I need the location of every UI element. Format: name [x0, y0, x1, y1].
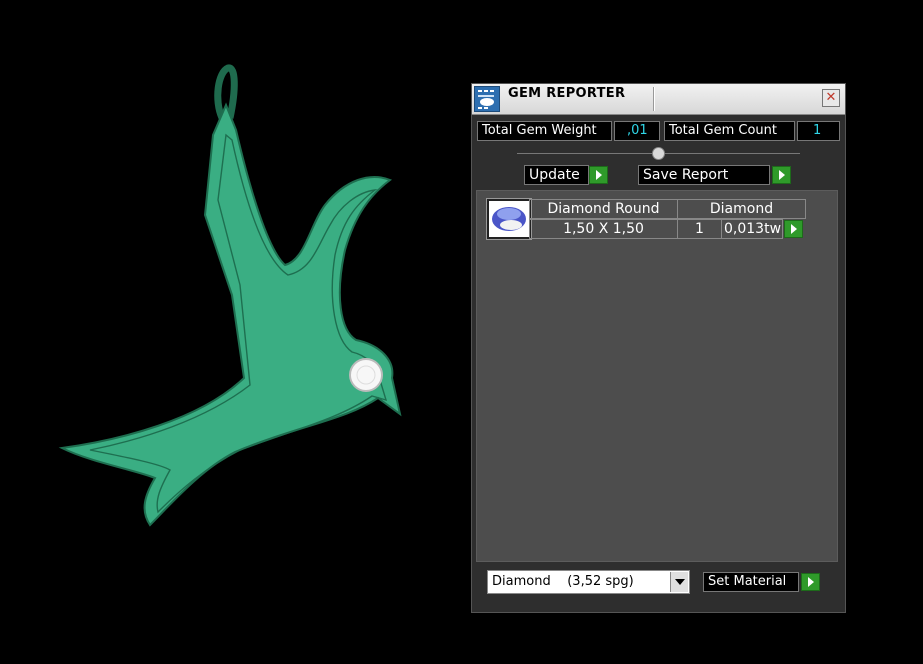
material-select[interactable]: Diamond (3,52 spg) [487, 570, 690, 594]
gem-weight-cell: 0,013tw [721, 219, 783, 239]
total-gem-weight-label: Total Gem Weight [477, 121, 612, 141]
total-gem-weight-box: ,01 [614, 121, 660, 141]
bird-body [58, 102, 402, 527]
bird-pendant-model [58, 64, 402, 527]
total-gem-weight-value: ,01 [627, 123, 648, 138]
panel-slider-knob[interactable] [652, 147, 665, 160]
title-divider [653, 87, 655, 111]
gem-row-go-icon[interactable] [784, 220, 803, 238]
update-button[interactable]: Update [524, 165, 589, 185]
diamond-round-thumbnail-icon[interactable] [486, 198, 532, 240]
total-gem-count-label: Total Gem Count [664, 121, 795, 141]
total-gem-count-box: 1 [797, 121, 840, 141]
set-material-button[interactable]: Set Material [703, 572, 799, 592]
total-gem-count-value: 1 [813, 123, 822, 138]
3d-viewport[interactable] [0, 0, 460, 664]
gem-size-cell: 1,50 X 1,50 [529, 219, 678, 239]
chevron-down-icon[interactable] [670, 572, 688, 592]
material-select-value: Diamond (3,52 spg) [492, 574, 634, 589]
gem-reporter-panel: GEM REPORTER ✕ Total Gem Weight ,01 Tota… [471, 83, 846, 613]
gem-shape-cell: Diamond Round [529, 199, 678, 219]
gem-reporter-icon [474, 86, 500, 112]
gem-list-area: Diamond Round Diamond 1,50 X 1,50 1 0,01… [476, 190, 838, 562]
update-go-icon[interactable] [589, 166, 608, 184]
gem-material-cell: Diamond [677, 199, 806, 219]
gem-count-cell: 1 [677, 219, 722, 239]
close-icon[interactable]: ✕ [822, 89, 840, 107]
save-report-go-icon[interactable] [772, 166, 791, 184]
panel-title: GEM REPORTER [508, 86, 626, 101]
diamond-eye [349, 358, 383, 392]
save-report-button[interactable]: Save Report [638, 165, 770, 185]
set-material-go-icon[interactable] [801, 573, 820, 591]
panel-titlebar[interactable]: GEM REPORTER ✕ [472, 84, 845, 115]
